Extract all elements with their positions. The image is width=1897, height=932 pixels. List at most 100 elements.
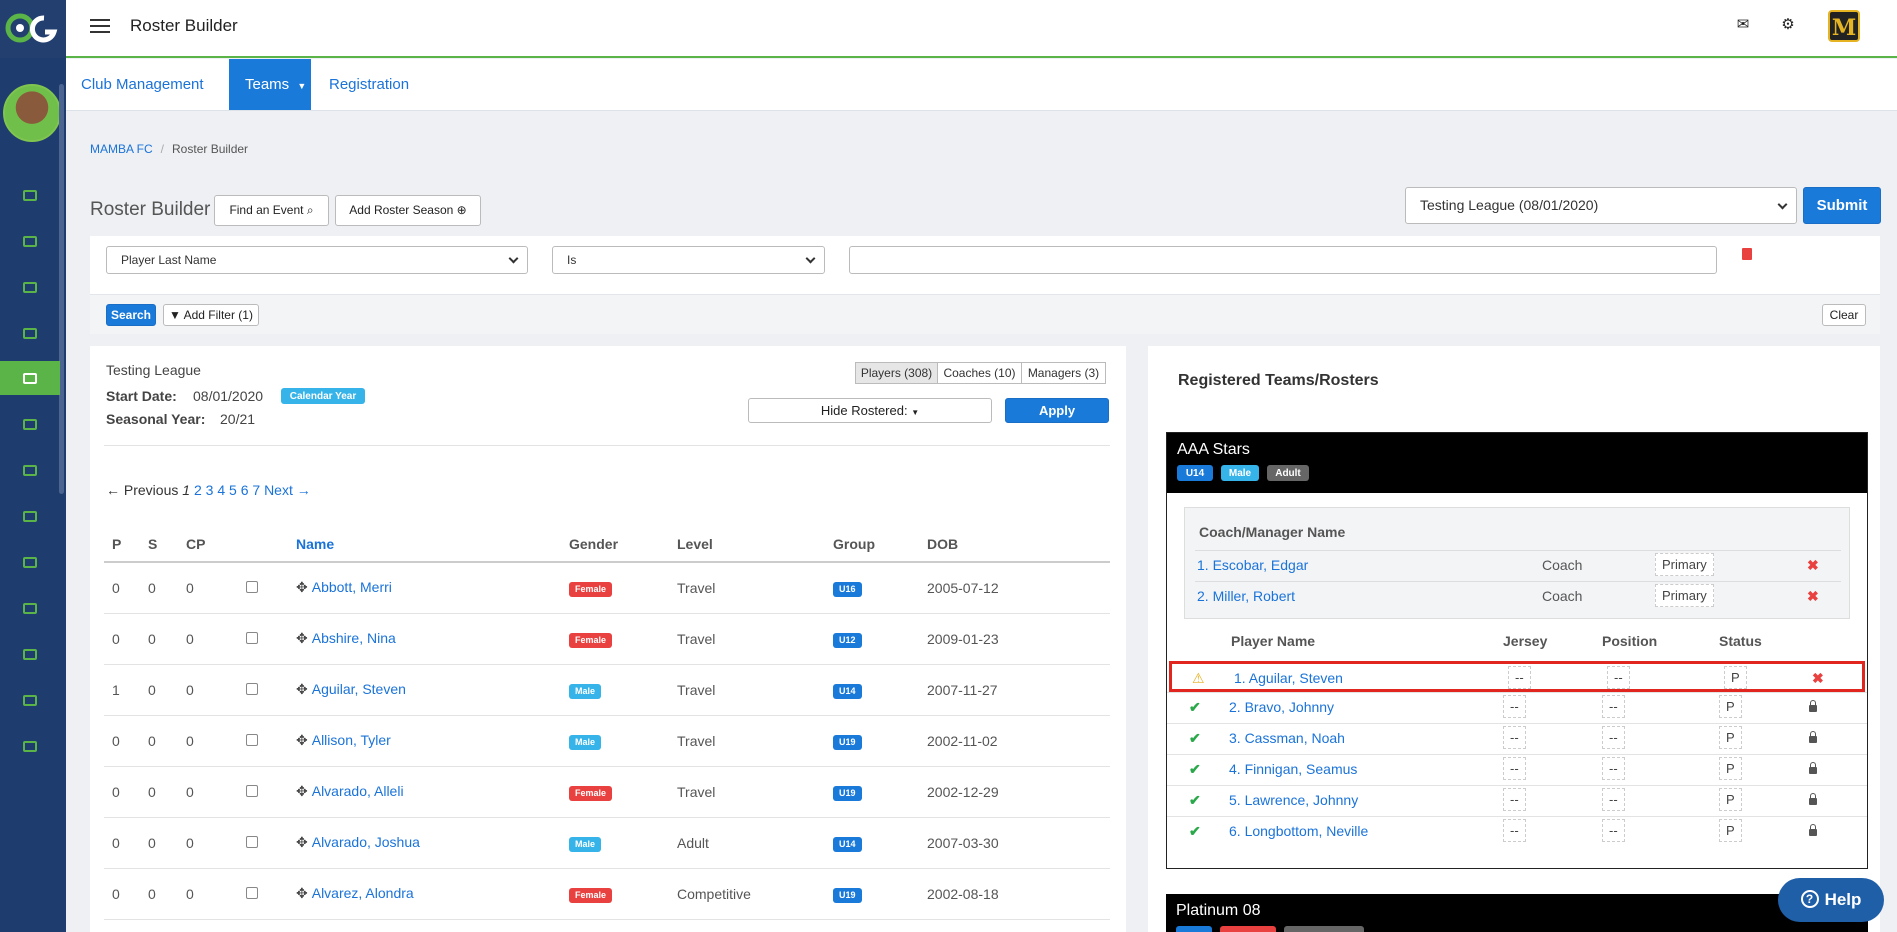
jersey-value[interactable]: --: [1503, 695, 1526, 718]
tab-club-management[interactable]: Club Management: [66, 59, 219, 110]
coach-type[interactable]: Primary: [1655, 584, 1714, 607]
drag-handle-icon[interactable]: ✥: [296, 885, 308, 901]
tab-registration[interactable]: Registration: [314, 59, 424, 110]
drag-handle-icon[interactable]: ✥: [296, 783, 308, 799]
pager-previous[interactable]: ← Previous: [106, 482, 178, 498]
position-value[interactable]: --: [1602, 819, 1625, 842]
gavel-icon[interactable]: [0, 683, 60, 717]
apply-button[interactable]: Apply: [1005, 398, 1109, 423]
player-name-link[interactable]: Aguilar, Steven: [312, 681, 406, 697]
status-value[interactable]: P: [1719, 695, 1742, 718]
help-button[interactable]: ? Help: [1778, 878, 1884, 922]
status-value[interactable]: P: [1719, 788, 1742, 811]
col-gender[interactable]: Gender: [569, 526, 677, 563]
coach-type[interactable]: Primary: [1655, 553, 1714, 576]
coaches-toggle[interactable]: Coaches (10): [937, 362, 1022, 384]
hamburger-menu-icon[interactable]: [90, 19, 110, 33]
clear-button[interactable]: Clear: [1822, 304, 1866, 326]
club-logo[interactable]: M: [1828, 10, 1860, 42]
drag-handle-icon[interactable]: ✥: [296, 579, 308, 595]
drag-handle-icon[interactable]: ✥: [296, 681, 308, 697]
jersey-value[interactable]: --: [1503, 757, 1526, 780]
player-name-link[interactable]: Alvarado, Alleli: [312, 783, 404, 799]
file-icon[interactable]: [0, 591, 60, 625]
position-value[interactable]: --: [1602, 757, 1625, 780]
row-checkbox[interactable]: [246, 733, 258, 746]
col-level[interactable]: Level: [677, 526, 833, 563]
roster-player-name[interactable]: 4. Finnigan, Seamus: [1229, 761, 1357, 777]
search-button[interactable]: Search: [106, 304, 156, 326]
players-toggle[interactable]: Players (308): [855, 362, 938, 384]
col-group[interactable]: Group: [833, 526, 927, 563]
row-checkbox[interactable]: [246, 682, 258, 695]
row-checkbox[interactable]: [246, 835, 258, 848]
add-roster-season-button[interactable]: Add Roster Season ⊕: [335, 195, 481, 226]
row-checkbox[interactable]: [246, 886, 258, 899]
pager-page-6[interactable]: 6: [241, 482, 249, 498]
remove-coach-icon[interactable]: ✖: [1807, 588, 1819, 605]
player-name-link[interactable]: Alvarado, Joshua: [312, 834, 420, 850]
roster-player-name[interactable]: 6. Longbottom, Neville: [1229, 823, 1368, 839]
pager-page-2[interactable]: 2: [194, 482, 202, 498]
chat-icon[interactable]: [0, 316, 60, 350]
row-checkbox[interactable]: [246, 784, 258, 797]
roster-icon[interactable]: [0, 361, 60, 395]
league-select[interactable]: Testing League (08/01/2020): [1405, 187, 1797, 224]
user-avatar[interactable]: [3, 84, 61, 142]
row-checkbox[interactable]: [246, 631, 258, 644]
row-checkbox[interactable]: [246, 580, 258, 593]
col-p[interactable]: P: [104, 526, 148, 563]
submit-button[interactable]: Submit: [1803, 187, 1881, 224]
pager-next[interactable]: Next →: [264, 482, 311, 498]
table-icon[interactable]: [0, 407, 60, 441]
position-value[interactable]: --: [1607, 666, 1630, 689]
roster-player-name[interactable]: 5. Lawrence, Johnny: [1229, 792, 1358, 808]
pager-page-5[interactable]: 5: [229, 482, 237, 498]
hide-rostered-dropdown[interactable]: Hide Rostered: ▼: [748, 398, 992, 423]
drag-handle-icon[interactable]: ✥: [296, 630, 308, 646]
pager-page-7[interactable]: 7: [252, 482, 260, 498]
remove-player-icon[interactable]: ✖: [1812, 670, 1824, 687]
col-name[interactable]: Name: [296, 526, 569, 563]
find-event-button[interactable]: Find an Event ⌕: [214, 195, 329, 226]
briefcase-icon[interactable]: [0, 637, 60, 671]
remove-coach-icon[interactable]: ✖: [1807, 557, 1819, 574]
player-name-link[interactable]: Abshire, Nina: [312, 630, 396, 646]
envelope-icon[interactable]: ✉: [1734, 16, 1752, 34]
team-name[interactable]: Platinum 08: [1176, 902, 1858, 920]
team-name[interactable]: AAA Stars: [1177, 441, 1857, 459]
jersey-value[interactable]: --: [1508, 666, 1531, 689]
credit-card-icon[interactable]: [0, 545, 60, 579]
star-icon[interactable]: [0, 499, 60, 533]
coach-name[interactable]: 1. Escobar, Edgar: [1197, 557, 1308, 573]
status-value[interactable]: P: [1719, 757, 1742, 780]
tab-teams[interactable]: Teams ▼: [229, 59, 311, 110]
position-value[interactable]: --: [1602, 788, 1625, 811]
player-name-link[interactable]: Allison, Tyler: [312, 732, 391, 748]
filter-operator-select[interactable]: Is: [552, 246, 825, 274]
col-dob[interactable]: DOB: [927, 526, 1110, 563]
document-icon[interactable]: [0, 453, 60, 487]
users-icon[interactable]: [0, 224, 60, 258]
calendar-icon[interactable]: [0, 729, 60, 763]
roster-player-name[interactable]: 1. Aguilar, Steven: [1234, 670, 1343, 686]
position-value[interactable]: --: [1602, 695, 1625, 718]
player-name-link[interactable]: Abbott, Merri: [312, 579, 392, 595]
filter-field-select[interactable]: Player Last Name: [106, 246, 528, 274]
status-value[interactable]: P: [1719, 819, 1742, 842]
col-cp[interactable]: CP: [186, 526, 246, 563]
jersey-value[interactable]: --: [1503, 788, 1526, 811]
col-s[interactable]: S: [148, 526, 186, 563]
roster-player-name[interactable]: 2. Bravo, Johnny: [1229, 699, 1334, 715]
dashboard-icon[interactable]: [0, 178, 60, 212]
pager-page-3[interactable]: 3: [206, 482, 214, 498]
drag-handle-icon[interactable]: ✥: [296, 834, 308, 850]
pager-page-4[interactable]: 4: [217, 482, 225, 498]
gear-icon[interactable]: ⚙: [1779, 16, 1797, 34]
drag-handle-icon[interactable]: ✥: [296, 732, 308, 748]
managers-toggle[interactable]: Managers (3): [1021, 362, 1106, 384]
jersey-value[interactable]: --: [1503, 726, 1526, 749]
filter-value-input[interactable]: [849, 246, 1717, 274]
status-value[interactable]: P: [1719, 726, 1742, 749]
add-filter-button[interactable]: ▼ Add Filter (1): [163, 304, 259, 326]
